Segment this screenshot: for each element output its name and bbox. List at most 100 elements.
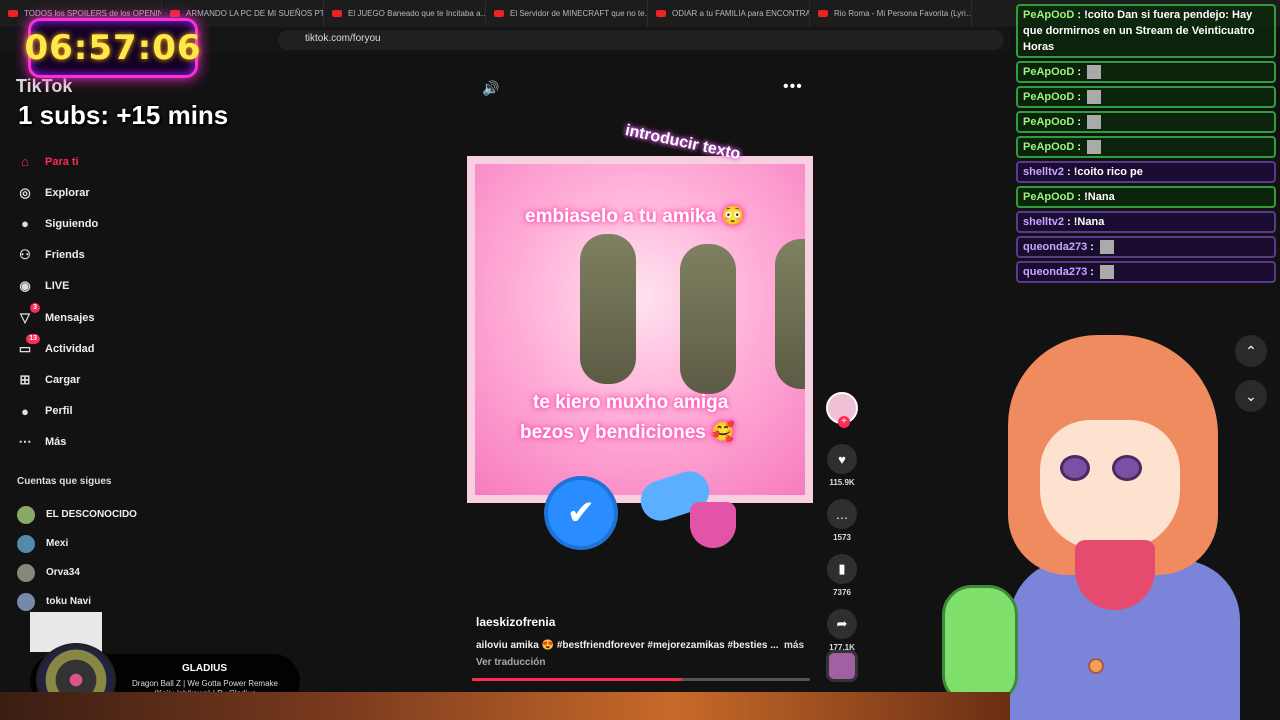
share-icon[interactable]: ➦ <box>827 609 857 639</box>
chat-emote-icon <box>1099 240 1114 255</box>
vtuber-eye <box>1112 455 1142 481</box>
more-options-icon[interactable]: ••• <box>783 78 803 96</box>
music-disc-icon[interactable] <box>826 650 858 682</box>
chat-text: !Nana <box>1084 191 1115 203</box>
share-action[interactable]: ➦ 177.1K <box>824 609 860 652</box>
chat-username: PeApOoD <box>1023 191 1075 203</box>
chat-username: shelltv2 <box>1023 216 1064 228</box>
profile-icon: ● <box>21 403 29 419</box>
save-count: 7376 <box>833 588 851 597</box>
chat-text: !Nana <box>1073 216 1105 228</box>
browser-tab[interactable]: Rio Roma - Mi Persona Favorita (Lyri… <box>810 0 972 27</box>
chat-username: PeApOoD <box>1023 66 1075 78</box>
friends-icon: ⚇ <box>19 247 31 263</box>
browser-tab[interactable]: El Servidor de MINECRAFT que no te… <box>486 0 648 27</box>
chat-message: shelltv2 : !Nana <box>1016 211 1276 233</box>
following-account[interactable]: Orva34 <box>17 558 137 587</box>
video-progress-bar[interactable] <box>472 678 810 681</box>
translate-link[interactable]: Ver traducción <box>476 657 545 668</box>
save-action[interactable]: ▮ 7376 <box>824 554 860 597</box>
chat-message: shelltv2 : !coito rico pe <box>1016 161 1276 183</box>
stream-timer: 06:57:06 <box>24 18 201 78</box>
upload-icon: ⊞ <box>19 371 31 387</box>
sidebar-item-mas[interactable]: ⋯ Más <box>16 427 246 458</box>
chat-username: PeApOoD <box>1023 91 1075 103</box>
avatar <box>17 592 35 611</box>
chat-emote-icon <box>1087 140 1102 155</box>
sidebar-item-actividad[interactable]: ▭ 13 Actividad <box>16 333 246 364</box>
chat-username: PeApOoD <box>1023 141 1075 153</box>
youtube-icon <box>8 10 18 17</box>
volume-icon[interactable]: 🔊 <box>482 80 499 97</box>
chat-emote-icon <box>1099 265 1114 280</box>
chat-separator: : <box>1087 266 1097 278</box>
chat-username: PeApOoD <box>1023 9 1075 21</box>
chat-message: queonda273 : <box>1016 236 1276 258</box>
next-video-button[interactable]: ⌄ <box>1235 380 1267 412</box>
activity-icon: ▭ 13 <box>16 333 40 358</box>
chat-message: PeApOoD : <box>1016 136 1276 158</box>
compass-icon: ◎ <box>19 184 31 200</box>
live-icon: ◉ <box>19 278 31 294</box>
sidebar-item-explorar[interactable]: ◎ Explorar <box>16 177 246 208</box>
youtube-icon <box>494 10 504 17</box>
avatar <box>17 505 35 524</box>
comment-action[interactable]: … 1573 <box>824 499 860 542</box>
bookmark-icon[interactable]: ▮ <box>827 554 857 584</box>
url-text[interactable]: tiktok.com/foryou <box>305 33 381 44</box>
sidebar-item-perfil[interactable]: ● Perfil <box>16 396 246 427</box>
avatar <box>17 534 35 553</box>
vtuber-face <box>1040 420 1180 550</box>
chat-separator: : <box>1087 241 1097 253</box>
browser-tab[interactable]: El JUEGO Baneado que te Incitaba a… <box>324 0 486 27</box>
comment-count: 1573 <box>833 533 851 542</box>
sidebar-item-mensajes[interactable]: ▽ 3 Mensajes <box>16 302 246 333</box>
chat-separator: : <box>1074 191 1085 203</box>
sidebar-item-siguiendo[interactable]: ● Siguiendo <box>16 208 246 239</box>
sidebar-item-live[interactable]: ◉ LIVE <box>16 271 246 302</box>
chat-separator: : <box>1074 9 1085 21</box>
green-cat-mascot <box>942 585 1018 705</box>
video-text-line: te kiero muxho amiga <box>533 392 729 413</box>
following-list: EL DESCONOCIDO Mexi Orva34 toku Navi <box>17 500 137 616</box>
youtube-icon <box>818 10 828 17</box>
caption-more-link[interactable]: más <box>784 640 804 651</box>
tiktok-logo[interactable]: TikTok <box>16 76 72 97</box>
chat-username: shelltv2 <box>1023 166 1064 178</box>
youtube-icon <box>170 10 180 17</box>
avatar[interactable]: + <box>826 392 858 428</box>
chat-message: PeApOoD : <box>1016 61 1276 83</box>
creator-avatar-action[interactable]: + <box>824 392 860 428</box>
lips-emoji <box>690 502 736 548</box>
following-account[interactable]: Mexi <box>17 529 137 558</box>
following-icon: ● <box>21 216 29 232</box>
subs-counter: 1 subs: +15 mins <box>18 100 229 130</box>
bottom-decoration <box>0 692 1010 720</box>
chat-separator: : <box>1074 116 1085 128</box>
video-actions: + ♥ 115.9K … 1573 ▮ 7376 ➦ 177.1K <box>824 392 860 664</box>
video-player[interactable]: embiaselo a tu amika 😳 te kiero muxho am… <box>467 156 813 503</box>
url-box[interactable] <box>278 30 1004 50</box>
notification-badge: 13 <box>26 333 40 344</box>
comment-icon[interactable]: … <box>827 499 857 529</box>
chat-message: PeApOoD : <box>1016 111 1276 133</box>
crocodile-figure <box>775 239 805 389</box>
vtuber-eye <box>1060 455 1090 481</box>
browser-tab[interactable]: ODIAR a tu FAMILIA para ENCONTRA… <box>648 0 810 27</box>
previous-video-button[interactable]: ⌃ <box>1235 335 1267 367</box>
sidebar-item-para-ti[interactable]: ⌂ Para ti <box>16 146 246 177</box>
follow-plus-icon[interactable]: + <box>838 416 850 428</box>
more-icon: ⋯ <box>18 434 32 450</box>
like-action[interactable]: ♥ 115.9K <box>824 444 860 487</box>
sidebar-item-friends[interactable]: ⚇ Friends <box>16 240 246 271</box>
chat-username: queonda273 <box>1023 266 1088 278</box>
video-author[interactable]: laeskizofrenia <box>476 615 555 629</box>
heart-icon[interactable]: ♥ <box>827 444 857 474</box>
chat-message: queonda273 : <box>1016 261 1276 283</box>
stream-chat: PeApOoD : !coito Dan si fuera pendejo: H… <box>1016 4 1276 286</box>
video-text-line: bezos y bendiciones 🥰 <box>520 422 735 443</box>
sidebar-item-cargar[interactable]: ⊞ Cargar <box>16 364 246 395</box>
crocodile-figure <box>580 234 636 384</box>
following-account[interactable]: EL DESCONOCIDO <box>17 500 137 529</box>
chat-message: PeApOoD : <box>1016 86 1276 108</box>
